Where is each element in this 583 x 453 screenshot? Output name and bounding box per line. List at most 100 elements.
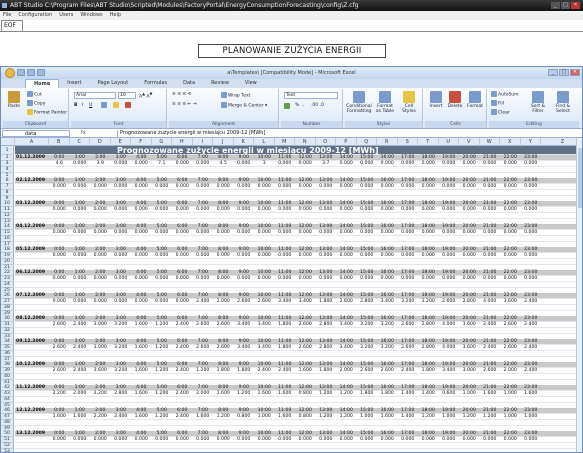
tab-view[interactable]: View <box>237 79 265 88</box>
column-header-k[interactable]: K <box>234 138 254 146</box>
excel-close-button[interactable]: ✕ <box>570 69 580 76</box>
spreadsheet-grid[interactable]: ABCDEFGHIJKLMNOPQRSTUVWXYZAA 1 Prognozowa… <box>1 138 582 452</box>
column-header-a[interactable]: A <box>15 138 49 146</box>
merge-center-button[interactable]: Merge & Center ▾ <box>221 102 267 109</box>
menu-help[interactable]: Help <box>110 11 121 20</box>
fill-icon <box>491 100 497 106</box>
conditional-formatting-button[interactable]: Conditional Formatting <box>346 91 372 114</box>
format-painter-button[interactable]: Format Painter <box>27 109 67 116</box>
column-header-m[interactable]: M <box>275 138 295 146</box>
merge-icon <box>221 102 227 108</box>
column-header-n[interactable]: N <box>295 138 316 146</box>
underline-button[interactable]: U <box>89 103 92 108</box>
find-select-button[interactable]: Find & Select <box>551 91 575 114</box>
align-top-icon[interactable]: ≡ ≡ ≡ ⟲ <box>172 92 191 97</box>
grow-font-button[interactable]: A▲ A▼ <box>139 92 152 100</box>
scroll-thumb[interactable] <box>578 148 582 208</box>
number-label: Number <box>281 121 342 128</box>
app-icon <box>2 3 7 8</box>
office-button[interactable] <box>5 68 15 78</box>
borders-icon[interactable] <box>101 102 108 109</box>
cut-button[interactable]: Cut <box>27 91 42 98</box>
undo-icon[interactable] <box>27 69 35 76</box>
excel-minimize-button[interactable]: _ <box>548 69 558 76</box>
column-header-b[interactable]: B <box>49 138 70 146</box>
menu-configuration[interactable]: Configuration <box>18 11 52 20</box>
column-header-u[interactable]: U <box>439 138 459 146</box>
font-name-select[interactable]: Arial <box>74 92 116 99</box>
tab-formulas[interactable]: Formulas <box>136 79 175 88</box>
tab-home[interactable]: Home <box>25 79 60 88</box>
insert-button[interactable]: Insert <box>427 91 445 109</box>
wrap-text-button[interactable]: Wrap Text <box>221 92 250 99</box>
column-header-d[interactable]: D <box>90 138 111 146</box>
font-color-icon[interactable] <box>125 102 132 109</box>
align-left-icon[interactable]: ≡ ≡ ≡ ⇤ ⇥ <box>172 102 197 107</box>
currency-icon[interactable] <box>284 103 291 110</box>
redo-icon[interactable] <box>37 69 45 76</box>
column-header-g[interactable]: G <box>152 138 172 146</box>
cell-styles-button[interactable]: Cell Styles <box>398 91 420 114</box>
tab-page-layout[interactable]: Page Layout <box>90 79 137 88</box>
column-header-o[interactable]: O <box>316 138 336 146</box>
italic-button[interactable]: I <box>82 103 83 108</box>
excel-maximize-button[interactable]: □ <box>559 69 569 76</box>
paste-button[interactable]: Paste <box>5 91 23 109</box>
column-header-f[interactable]: F <box>131 138 152 146</box>
tab-insert[interactable]: Insert <box>59 79 89 88</box>
column-header-x[interactable]: X <box>500 138 521 146</box>
copy-button[interactable]: Copy <box>27 100 45 107</box>
comma-button[interactable]: , <box>303 103 304 108</box>
column-header-v[interactable]: V <box>459 138 480 146</box>
column-header-t[interactable]: T <box>418 138 439 146</box>
autosum-button[interactable]: AutoSum <box>491 91 519 98</box>
vertical-scrollbar[interactable] <box>576 138 582 452</box>
fill-button[interactable]: Fill <box>491 100 504 107</box>
select-all-corner[interactable] <box>1 138 15 146</box>
formula-input[interactable]: Prognozowane zużycie energii w miesiącu … <box>117 130 579 137</box>
fill-color-icon[interactable] <box>113 102 120 109</box>
column-header-j[interactable]: J <box>213 138 234 146</box>
styles-icon <box>403 91 415 103</box>
number-format-select[interactable]: Text <box>284 92 338 99</box>
percent-button[interactable]: % <box>295 103 299 108</box>
minimize-button[interactable]: _ <box>551 2 560 9</box>
column-header-l[interactable]: L <box>254 138 275 146</box>
column-header-p[interactable]: P <box>336 138 357 146</box>
sort-filter-button[interactable]: Sort & Filter <box>527 91 549 114</box>
wrap-icon <box>221 92 227 98</box>
ribbon: Paste Cut Copy Format Painter Clipboard … <box>1 88 582 129</box>
menu-file[interactable]: File <box>3 11 11 20</box>
column-header-s[interactable]: S <box>398 138 418 146</box>
format-table-button[interactable]: Format as Table <box>374 91 396 114</box>
column-header-c[interactable]: C <box>70 138 90 146</box>
bold-button[interactable]: B <box>74 103 77 108</box>
tab-eof[interactable]: EOF <box>1 20 23 31</box>
decimal-icon[interactable]: .00 .0 <box>311 103 324 108</box>
clear-button[interactable]: Clear <box>491 109 510 116</box>
font-group: Arial 10 A▲ A▼ B I U Font <box>71 89 167 128</box>
tab-data[interactable]: Data <box>175 79 203 88</box>
name-box[interactable]: data <box>2 130 70 137</box>
column-header-w[interactable]: W <box>480 138 500 146</box>
fx-icon[interactable]: fx <box>81 130 115 137</box>
format-button[interactable]: Format <box>465 91 485 109</box>
close-button[interactable]: ✕ <box>571 2 580 9</box>
quick-access-toolbar <box>5 68 45 78</box>
delete-button[interactable]: Delete <box>446 91 464 109</box>
font-size-select[interactable]: 10 <box>118 92 136 99</box>
column-header-r[interactable]: R <box>377 138 398 146</box>
row-number[interactable]: 1 <box>1 146 14 155</box>
column-header-y[interactable]: Y <box>521 138 541 146</box>
row-number[interactable]: 53 <box>1 449 14 452</box>
sort-icon <box>532 91 544 103</box>
column-header-e[interactable]: E <box>111 138 131 146</box>
save-icon[interactable] <box>17 69 25 76</box>
menu-users[interactable]: Users <box>59 11 73 20</box>
column-header-i[interactable]: I <box>193 138 213 146</box>
column-header-q[interactable]: Q <box>357 138 377 146</box>
maximize-button[interactable]: □ <box>561 2 570 9</box>
menu-windows[interactable]: Windows <box>80 11 102 20</box>
tab-review[interactable]: Review <box>203 79 237 88</box>
column-header-h[interactable]: H <box>172 138 193 146</box>
